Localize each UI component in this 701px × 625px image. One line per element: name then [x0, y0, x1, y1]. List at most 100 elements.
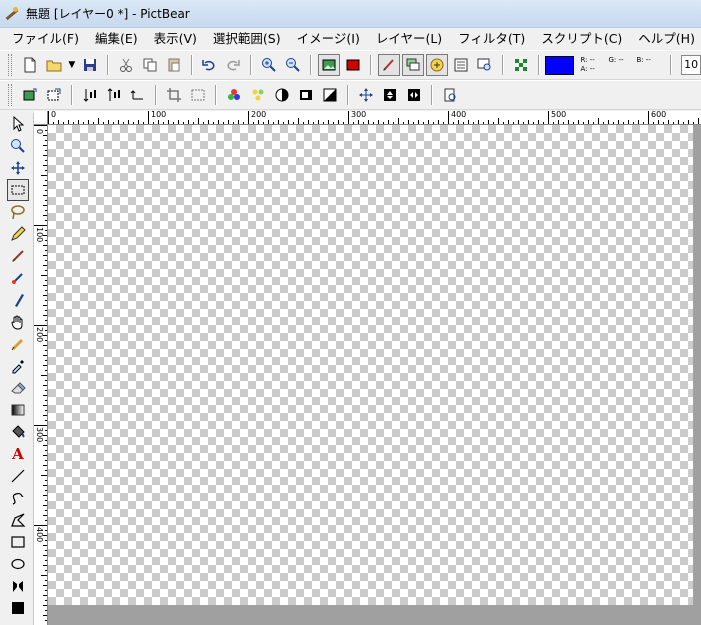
polyline-icon[interactable]: [7, 509, 29, 531]
menu-bar: ファイル(F) 編集(E) 表示(V) 選択範囲(S) イメージ(I) レイヤー…: [0, 28, 701, 49]
pen-icon[interactable]: [7, 289, 29, 311]
navigator-icon[interactable]: [425, 54, 448, 76]
paste-icon[interactable]: [163, 54, 185, 76]
current-color-swatch[interactable]: [544, 55, 575, 75]
save-icon[interactable]: [79, 54, 101, 76]
tool-palette: A: [0, 113, 34, 625]
h-ruler-label: 0: [51, 111, 57, 119]
cut-icon[interactable]: [115, 54, 137, 76]
open-dropdown-chevron-icon[interactable]: ▼: [67, 54, 77, 76]
toolbar-separator: [190, 55, 193, 75]
menu-selection[interactable]: 選択範囲(S): [205, 28, 289, 49]
pictbear-app-icon: [4, 6, 20, 22]
ellipse-icon[interactable]: [7, 553, 29, 575]
menu-image[interactable]: イメージ(I): [289, 28, 368, 49]
image-window-icon[interactable]: [318, 54, 341, 76]
alpha-readout: A: --: [580, 65, 595, 73]
window-title: 無題 [レイヤー0 *] - PictBear: [26, 7, 190, 21]
foreground-color-icon[interactable]: [7, 597, 29, 619]
select-all-icon[interactable]: [187, 84, 209, 106]
hue-icon[interactable]: [247, 84, 269, 106]
h-ruler-label: 500: [551, 111, 567, 119]
toolbar-separator: [370, 55, 373, 75]
mirror-icon[interactable]: [403, 84, 425, 106]
toolbar-separator: [71, 85, 73, 105]
magnifier-icon[interactable]: [7, 135, 29, 157]
blue-readout: B: --: [636, 56, 651, 64]
image-toolbar: [0, 80, 701, 110]
toolbar-grip[interactable]: [8, 54, 12, 76]
history-icon[interactable]: [450, 54, 472, 76]
transparent-canvas[interactable]: [48, 125, 693, 605]
title-bar: 無題 [レイヤー0 *] - PictBear: [0, 0, 701, 28]
line-icon[interactable]: [7, 465, 29, 487]
toolbar-separator: [347, 85, 349, 105]
menu-view[interactable]: 表示(V): [146, 28, 205, 49]
zoom-field[interactable]: 10: [681, 55, 701, 75]
v-ruler-label: 0: [35, 129, 44, 135]
stamp-icon[interactable]: [7, 575, 29, 597]
v-ruler-label: 200: [35, 327, 44, 343]
canvas-size-icon[interactable]: [19, 84, 41, 106]
menu-filter[interactable]: フィルタ(T): [450, 28, 533, 49]
pencil-icon[interactable]: [7, 223, 29, 245]
move-tool-icon[interactable]: [7, 157, 29, 179]
toolbar-separator: [501, 55, 504, 75]
new-file-icon[interactable]: [19, 54, 41, 76]
curve-icon[interactable]: [7, 487, 29, 509]
v-ruler-label: 300: [35, 427, 44, 443]
rectangle-icon[interactable]: [7, 531, 29, 553]
eyedropper-icon[interactable]: [7, 355, 29, 377]
color-readout: R: -- G: -- B: -- A: --: [580, 56, 665, 74]
toolbar-grip[interactable]: [8, 84, 12, 106]
snap-grid-icon[interactable]: [510, 54, 532, 76]
brush-palette-icon[interactable]: [378, 54, 400, 76]
redo-icon[interactable]: [222, 54, 244, 76]
copy-icon[interactable]: [139, 54, 161, 76]
toolbar-separator: [310, 55, 313, 75]
v-ruler-label: 400: [35, 527, 44, 543]
flip-vertical-icon[interactable]: [103, 84, 125, 106]
main-toolbar: ▼ R: -- G: -- B: -- A: -- 10: [0, 50, 701, 80]
gradient-icon[interactable]: [7, 399, 29, 421]
hand-icon[interactable]: [7, 311, 29, 333]
toolbar-separator: [215, 85, 217, 105]
flip-horizontal-icon[interactable]: [79, 84, 101, 106]
open-folder-icon[interactable]: [43, 54, 65, 76]
h-ruler-label: 100: [151, 111, 167, 119]
rotate-icon[interactable]: [127, 84, 149, 106]
info-icon[interactable]: [439, 84, 461, 106]
menu-help[interactable]: ヘルプ(H): [630, 28, 701, 49]
eraser-icon[interactable]: [7, 377, 29, 399]
menu-file[interactable]: ファイル(F): [4, 28, 87, 49]
toolbar-separator: [670, 55, 673, 75]
preview-icon[interactable]: [474, 54, 496, 76]
levels-icon[interactable]: [295, 84, 317, 106]
rotate-180-icon[interactable]: [379, 84, 401, 106]
image-size-icon[interactable]: [43, 84, 65, 106]
toolbar-separator: [106, 55, 109, 75]
text-icon[interactable]: A: [7, 443, 29, 465]
color-balance-icon[interactable]: [223, 84, 245, 106]
zoom-in-icon[interactable]: [258, 54, 280, 76]
canvas-area[interactable]: [48, 125, 701, 625]
brush-icon[interactable]: [7, 245, 29, 267]
menu-edit[interactable]: 編集(E): [87, 28, 146, 49]
smudge-icon[interactable]: [7, 333, 29, 355]
brightness-icon[interactable]: [271, 84, 293, 106]
layer-palette-icon[interactable]: [401, 54, 424, 76]
zoom-out-icon[interactable]: [282, 54, 304, 76]
undo-icon[interactable]: [199, 54, 221, 76]
lasso-icon[interactable]: [7, 201, 29, 223]
rect-select-icon[interactable]: [7, 179, 29, 201]
move-icon[interactable]: [355, 84, 377, 106]
crop-icon[interactable]: [163, 84, 185, 106]
menu-layer[interactable]: レイヤー(L): [368, 28, 450, 49]
menu-script[interactable]: スクリプト(C): [533, 28, 630, 49]
airbrush-icon[interactable]: [7, 267, 29, 289]
color-window-icon[interactable]: [342, 54, 364, 76]
ruler-corner: [34, 111, 48, 125]
pointer-icon[interactable]: [7, 113, 29, 135]
fill-icon[interactable]: [7, 421, 29, 443]
contrast-icon[interactable]: [319, 84, 341, 106]
